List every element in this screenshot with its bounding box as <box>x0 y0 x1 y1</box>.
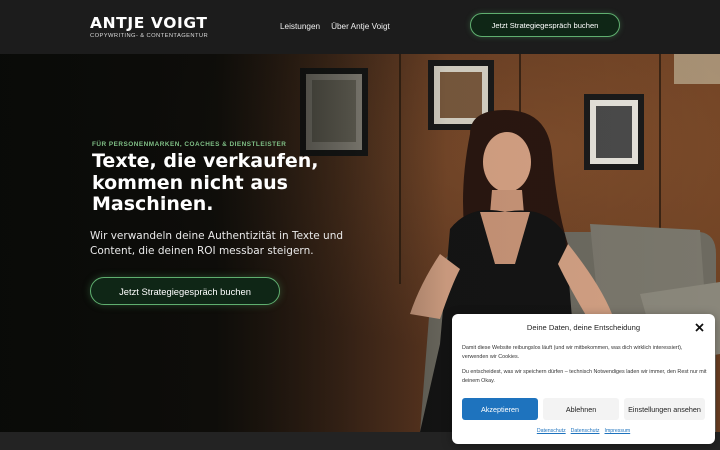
consent-title: Deine Daten, deine Entscheidung <box>526 323 641 332</box>
site-header: ANTJE VOIGT COPYWRITING- & CONTENTAGENTU… <box>0 0 720 54</box>
privacy-link[interactable]: Datenschutz <box>537 428 566 434</box>
logo-title: ANTJE VOIGT <box>90 14 208 32</box>
hero-text: Wir verwandeln deine Authentizität in Te… <box>90 230 344 257</box>
logo[interactable]: ANTJE VOIGT COPYWRITING- & CONTENTAGENTU… <box>90 14 209 40</box>
hero-title: Texte, die verkaufen, kommen nicht aus M… <box>92 150 319 215</box>
settings-button[interactable]: Einstellungen ansehen <box>624 398 705 420</box>
hero-cta-button[interactable]: Jetzt Strategiegespräch buchen <box>90 277 280 305</box>
consent-text-choice: Du entscheidest, was wir speichern dürfe… <box>462 369 707 384</box>
accept-button[interactable]: Akzeptieren <box>462 398 538 420</box>
logo-subtitle: COPYWRITING- & CONTENTAGENTUR <box>90 33 209 39</box>
close-icon[interactable] <box>694 322 705 333</box>
main-nav: Leistungen Über Antje Voigt <box>280 22 390 31</box>
cookie-consent-dialog: Deine Daten, deine Entscheidung Damit di… <box>452 314 715 444</box>
deny-button[interactable]: Ablehnen <box>543 398 619 420</box>
consent-links: Datenschutz Datenschutz Impressum <box>452 428 715 434</box>
consent-text-intro: Damit diese Website reibungslos läuft (u… <box>462 345 683 360</box>
header-cta-button[interactable]: Jetzt Strategiegespräch buchen <box>470 13 620 37</box>
nav-item-leistungen[interactable]: Leistungen <box>280 22 320 31</box>
nav-item-ueber[interactable]: Über Antje Voigt <box>331 22 390 31</box>
hero-kicker: FÜR PERSONENMARKEN, COACHES & DIENSTLEIS… <box>92 141 287 148</box>
imprint-link[interactable]: Impressum <box>605 428 631 434</box>
privacy-link-2[interactable]: Datenschutz <box>571 428 600 434</box>
